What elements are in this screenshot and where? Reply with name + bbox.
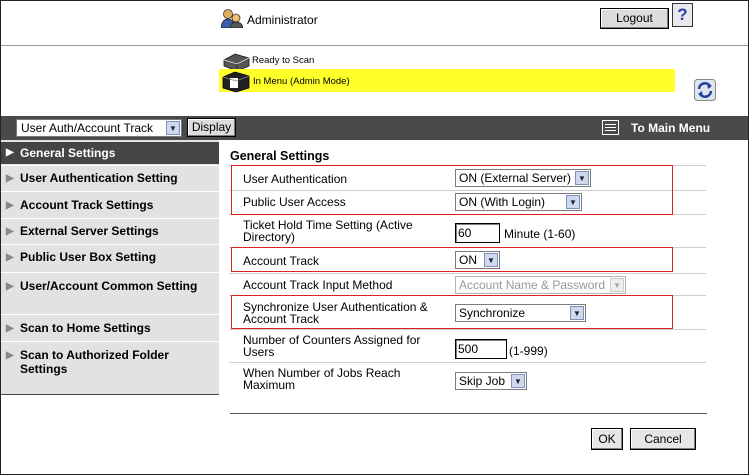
max-jobs-label: When Number of Jobs Reach Maximum [243,366,401,392]
status-ready-text: Ready to Scan [252,55,315,66]
ticket-hold-time-label: Ticket Hold Time Setting (Active Directo… [243,218,413,244]
mode-select-value: User Auth/Account Track [21,121,154,135]
chevron-down-icon[interactable]: ▼ [511,374,525,388]
sidebar-item-label: External Server Settings [20,224,159,238]
highlight-box-account-track [231,247,673,272]
sidebar-bottom-border [1,394,219,395]
logout-button[interactable]: Logout [600,8,669,29]
status-menu-text: In Menu (Admin Mode) [253,76,350,87]
triangle-right-icon: ▶ [6,350,14,361]
sidebar-item-external-server[interactable]: ▶ External Server Settings [1,224,219,238]
sidebar-item-label: User/Account Common Setting [20,279,198,293]
sidebar-divider [1,341,219,342]
triangle-right-icon: ▶ [6,226,14,237]
ticket-hold-time-input[interactable]: 60 [455,223,500,243]
row-divider [229,273,706,274]
page-title: General Settings [230,149,330,163]
counters-label: Number of Counters Assigned for Users [243,333,421,359]
content-bottom-divider [230,413,707,414]
chevron-down-icon[interactable]: ▼ [166,121,180,135]
triangle-right-icon: ▶ [6,173,14,184]
sidebar-divider [1,218,219,219]
row-divider [229,329,706,330]
sidebar-item-user-account-common[interactable]: ▶ User/Account Common Setting [1,279,201,293]
row-divider [229,362,706,363]
sidebar-item-user-authentication[interactable]: ▶ User Authentication Setting [1,171,219,185]
sidebar-item-label: Scan to Home Settings [20,321,151,335]
sidebar-item-label: User Authentication Setting [20,171,178,185]
refresh-icon[interactable] [694,79,716,101]
ok-button[interactable]: OK [591,428,623,450]
sidebar-item-scan-to-home[interactable]: ▶ Scan to Home Settings [1,321,219,335]
triangle-right-icon: ▶ [6,200,14,211]
sidebar-item-general-settings[interactable]: ▶ General Settings [1,142,219,164]
printer-menu-icon [222,71,250,93]
user-name: Administrator [247,13,318,27]
sidebar-item-label: Scan to Authorized Folder Settings [20,348,169,376]
sidebar-divider [1,314,219,315]
sidebar-item-account-track[interactable]: ▶ Account Track Settings [1,198,219,212]
sidebar-divider [1,165,219,166]
header-divider [1,45,748,46]
sidebar-item-scan-to-authorized-folder[interactable]: ▶ Scan to Authorized Folder Settings [1,348,201,376]
sidebar-divider [1,244,219,245]
ticket-hold-time-unit: Minute (1-60) [504,227,576,241]
administrator-icon [221,9,243,28]
triangle-right-icon: ▶ [6,147,14,158]
display-button[interactable]: Display [187,118,236,137]
counters-unit: (1-999) [509,344,548,358]
to-main-menu-link[interactable]: To Main Menu [631,121,710,135]
help-button[interactable]: ? [672,3,693,27]
sidebar-divider [1,191,219,192]
max-jobs-value: Skip Job [459,374,506,388]
max-jobs-select[interactable]: Skip Job ▼ [455,372,527,390]
chevron-down-icon: ▼ [610,278,624,292]
account-track-input-method-select: Account Name & Password ▼ [455,276,626,294]
sidebar-item-public-user-box[interactable]: ▶ Public User Box Setting [1,250,219,264]
triangle-right-icon: ▶ [6,281,14,292]
triangle-right-icon: ▶ [6,252,14,263]
triangle-right-icon: ▶ [6,323,14,334]
sidebar-item-label: General Settings [20,146,116,160]
page-frame: Administrator Logout ? Ready to Scan In … [0,0,749,475]
account-track-input-method-value: Account Name & Password [459,278,606,292]
mode-select[interactable]: User Auth/Account Track ▼ [16,119,182,137]
main-menu-icon[interactable] [602,120,619,135]
cancel-button[interactable]: Cancel [630,428,696,450]
account-track-input-method-label: Account Track Input Method [243,278,393,292]
highlight-box-authentication [231,165,673,215]
highlight-box-synchronize [231,295,673,329]
sidebar-divider [1,272,219,273]
sidebar-item-label: Public User Box Setting [20,250,157,264]
sidebar-item-label: Account Track Settings [20,198,154,212]
counters-input[interactable]: 500 [455,339,507,359]
